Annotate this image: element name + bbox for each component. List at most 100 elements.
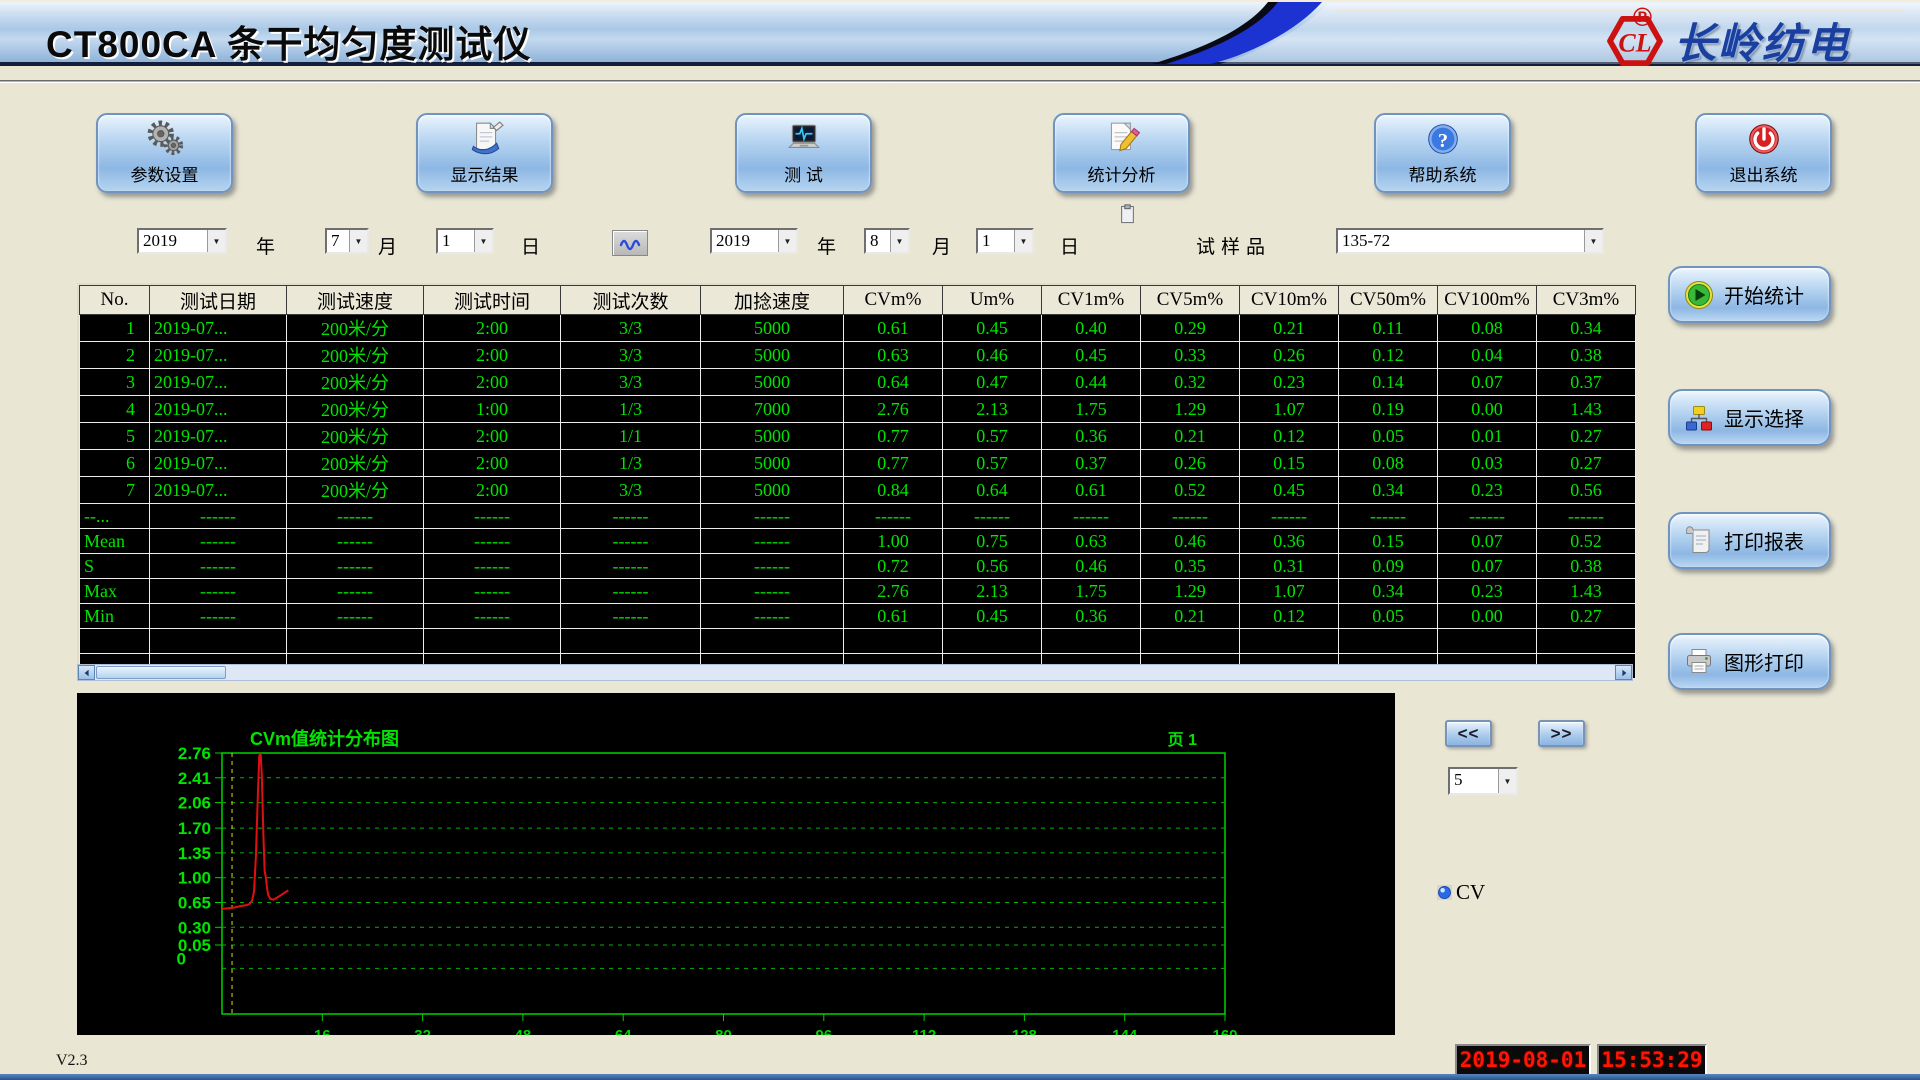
table-row[interactable]: Min------------------------------0.610.4…: [80, 604, 1636, 629]
table-cell: [424, 629, 561, 654]
table-cell: 0.03: [1438, 450, 1537, 477]
stats-edit-icon: [1103, 120, 1141, 158]
end-year-unit: 年: [817, 232, 836, 259]
table-row[interactable]: 62019-07...200米/分2:001/350000.770.570.37…: [80, 450, 1636, 477]
table-row[interactable]: Max------------------------------2.762.1…: [80, 579, 1636, 604]
chevron-down-icon[interactable]: ▼: [1584, 230, 1602, 252]
table-row[interactable]: Mean------------------------------1.000.…: [80, 529, 1636, 554]
display-select-button[interactable]: 显示选择: [1668, 389, 1831, 446]
test-button[interactable]: 测 试: [735, 113, 872, 193]
start-day-value: 1: [438, 230, 474, 252]
table-cell: [844, 629, 943, 654]
table-row[interactable]: 32019-07...200米/分2:003/350000.640.470.44…: [80, 369, 1636, 396]
scroll-thumb[interactable]: [96, 666, 226, 679]
page-next-button[interactable]: >>: [1538, 720, 1585, 747]
analysis-button[interactable]: 统计分析: [1053, 113, 1190, 193]
start-month-unit: 月: [378, 232, 397, 259]
chevron-down-icon[interactable]: ▼: [349, 230, 367, 252]
table-cell: 0.26: [1240, 342, 1339, 369]
table-cell: 0.52: [1141, 477, 1240, 504]
table-cell: 3/3: [561, 369, 701, 396]
table-cell: 2:00: [424, 369, 561, 396]
column-header: Um%: [943, 286, 1042, 315]
start-month-select[interactable]: 7 ▼: [325, 228, 369, 254]
chevron-down-icon[interactable]: ▼: [778, 230, 796, 252]
chevron-down-icon[interactable]: ▼: [207, 230, 225, 252]
table-cell: 0.63: [844, 342, 943, 369]
help-icon: ?: [1424, 120, 1462, 158]
table-cell: 0.15: [1339, 529, 1438, 554]
analysis-button-label: 统计分析: [1088, 161, 1156, 186]
scroll-left-button[interactable]: [78, 665, 95, 680]
table-row[interactable]: S------------------------------0.720.560…: [80, 554, 1636, 579]
chevron-down-icon[interactable]: ▼: [1498, 769, 1516, 793]
horizontal-scrollbar[interactable]: [77, 664, 1633, 681]
table-cell: 0.23: [1240, 369, 1339, 396]
table-cell: ------: [561, 604, 701, 629]
table-cell: 0.35: [1141, 554, 1240, 579]
table-cell: 0.29: [1141, 315, 1240, 342]
table-row[interactable]: 52019-07...200米/分2:001/150000.770.570.36…: [80, 423, 1636, 450]
table-cell: ------: [1042, 504, 1141, 529]
table-cell: 1.43: [1537, 396, 1636, 423]
table-cell: 3: [80, 369, 150, 396]
end-day-select[interactable]: 1 ▼: [976, 228, 1034, 254]
table-row[interactable]: --...-----------------------------------…: [80, 504, 1636, 529]
sample-select[interactable]: 135-72 ▼: [1336, 228, 1604, 254]
help-button[interactable]: ?帮助系统: [1374, 113, 1511, 193]
start-day-select[interactable]: 1 ▼: [436, 228, 494, 254]
date-range-button[interactable]: [612, 230, 648, 256]
clipboard-icon[interactable]: [1120, 204, 1135, 224]
page-size-select[interactable]: 5 ▼: [1448, 767, 1518, 795]
table-cell: 5000: [701, 369, 844, 396]
end-month-unit: 月: [932, 232, 951, 259]
table-header-row: No.测试日期测试速度测试时间测试次数加捻速度CVm%Um%CV1m%CV5m%…: [80, 286, 1636, 315]
table-cell: 1/3: [561, 396, 701, 423]
params-button[interactable]: 参数设置: [96, 113, 233, 193]
exit-button[interactable]: 退出系统: [1695, 113, 1832, 193]
results-button[interactable]: 显示结果: [416, 113, 553, 193]
chevron-down-icon[interactable]: ▼: [474, 230, 492, 252]
chevron-down-icon[interactable]: ▼: [890, 230, 908, 252]
x-tick-label: 96: [815, 1027, 832, 1035]
print-report-button[interactable]: 打印报表: [1668, 512, 1831, 569]
table-cell: 2019-07...: [150, 315, 287, 342]
table-cell: ------: [1438, 504, 1537, 529]
results-table-container: No.测试日期测试速度测试时间测试次数加捻速度CVm%Um%CV1m%CV5m%…: [77, 283, 1633, 681]
start-stats-button[interactable]: 开始统计: [1668, 266, 1831, 323]
table-cell: 0.36: [1042, 423, 1141, 450]
table-cell: 0.07: [1438, 369, 1537, 396]
end-day-unit: 日: [1060, 232, 1079, 259]
table-cell: 0.12: [1339, 342, 1438, 369]
graph-print-button[interactable]: 图形打印: [1668, 633, 1831, 690]
cv-option[interactable]: CV: [1437, 880, 1485, 905]
table-cell: 1.75: [1042, 579, 1141, 604]
table-cell: 0.61: [844, 315, 943, 342]
table-cell: 1.07: [1240, 396, 1339, 423]
cv-radio-icon[interactable]: [1437, 885, 1452, 900]
table-cell: 0.56: [943, 554, 1042, 579]
org-chart-icon: [1684, 403, 1714, 433]
y-tick-label: 1.00: [178, 869, 211, 888]
table-cell: 2.13: [943, 396, 1042, 423]
scroll-right-button[interactable]: [1615, 665, 1632, 680]
page-prev-button[interactable]: <<: [1445, 720, 1492, 747]
table-cell: 0.05: [1339, 423, 1438, 450]
chevron-down-icon[interactable]: ▼: [1014, 230, 1032, 252]
table-row[interactable]: 22019-07...200米/分2:003/350000.630.460.45…: [80, 342, 1636, 369]
end-year-select[interactable]: 2019 ▼: [710, 228, 798, 254]
table-row[interactable]: 72019-07...200米/分2:003/350000.840.640.61…: [80, 477, 1636, 504]
table-cell: 1.00: [844, 529, 943, 554]
table-cell: 0.37: [1537, 369, 1636, 396]
table-cell: ------: [701, 604, 844, 629]
y-zero-label: 0: [177, 950, 186, 969]
start-year-select[interactable]: 2019 ▼: [137, 228, 227, 254]
table-cell: 0.75: [943, 529, 1042, 554]
table-cell: 7: [80, 477, 150, 504]
table-cell: 0.52: [1537, 529, 1636, 554]
table-row[interactable]: 42019-07...200米/分1:001/370002.762.131.75…: [80, 396, 1636, 423]
table-row[interactable]: 12019-07...200米/分2:003/350000.610.450.40…: [80, 315, 1636, 342]
table-cell: 200米/分: [287, 450, 424, 477]
end-month-select[interactable]: 8 ▼: [864, 228, 910, 254]
table-cell: 0.34: [1339, 477, 1438, 504]
